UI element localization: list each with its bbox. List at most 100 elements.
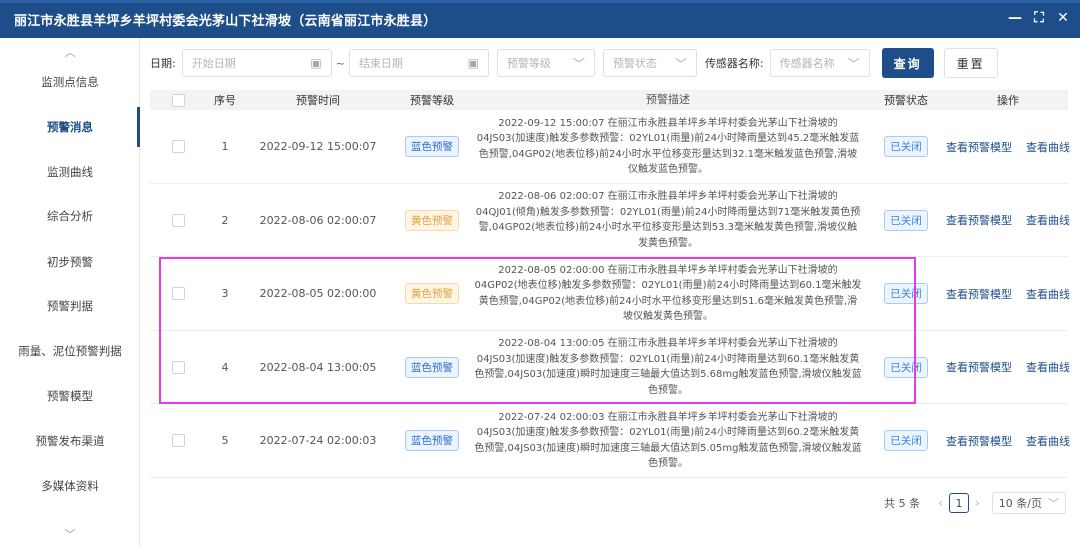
reset-button[interactable]: 重置 [943,48,998,78]
sidebar-item-analysis[interactable]: 综合分析 [0,196,140,236]
sidebar-item-monitor-curve[interactable]: 监测曲线 [0,152,140,192]
total-count: 共 5 条 [884,497,921,510]
view-model-link[interactable]: 查看预警模型 [946,286,1012,302]
view-curve-link[interactable]: 查看曲线 [1026,286,1070,302]
row-operations: 查看预警模型 查看曲线 [946,139,1070,155]
status-tag: 已关闭 [884,136,928,157]
scroll-down-icon[interactable]: ﹀ [0,526,140,542]
start-date-input[interactable]: 开始日期 ▣ [181,49,332,77]
status-tag: 已关闭 [884,356,928,378]
date-range-tilde: ~ [335,56,345,70]
row-checkbox[interactable] [171,287,185,300]
row-no: 5 [221,434,229,447]
view-model-link[interactable]: 查看预警模型 [946,139,1012,155]
start-date-placeholder: 开始日期 [191,57,236,70]
calendar-icon: ▣ [467,56,479,70]
sidebar-item-monitor-point[interactable]: 监测点信息 [0,62,140,102]
row-level-cell: 黄色预警 [392,283,472,304]
sidebar-item-release-channel[interactable]: 预警发布渠道 [0,421,140,461]
view-curve-link[interactable]: 查看曲线 [1026,139,1070,155]
sensor-label: 传感器名称: [704,57,764,70]
filter-bar: 日期: 开始日期 ▣ ~ 结束日期 ▣ 预警等级 ﹀ 预警状态 ﹀ 传感器名称:… [150,48,998,78]
minimize-icon[interactable]: — [1006,9,1024,27]
table-header: 序号 预警时间 预警等级 预警描述 预警状态 操作 [150,90,1068,110]
row-time: 2022-08-06 02:00:07 [259,213,377,227]
level-tag: 黄色预警 [405,283,459,304]
sensor-select[interactable]: 传感器名称 ﹀ [769,49,870,77]
end-date-input[interactable]: 结束日期 ▣ [348,49,489,77]
view-curve-link[interactable]: 查看曲线 [1026,359,1070,375]
status-select[interactable]: 预警状态 ﹀ [602,49,697,77]
row-time: 2022-09-12 15:00:07 [259,140,377,153]
row-status-cell: 已关闭 [864,356,948,378]
table-row: 1 2022-09-12 15:00:07 蓝色预警 2022-09-12 15:00… [150,110,1070,184]
prev-page-icon[interactable]: ‹ [938,496,943,510]
level-tag: 蓝色预警 [405,356,459,378]
sensor-placeholder: 传感器名称 [779,57,835,70]
row-operations: 查看预警模型 查看曲线 [946,212,1070,228]
window-controls: — ⛶ ✕ [1006,9,1072,27]
pagination: 共 5 条 ‹ 1 › 10 条/页 ﹀ [884,492,1066,514]
row-level-cell: 蓝色预警 [392,356,472,378]
warning-table: 序号 预警时间 预警等级 预警描述 预警状态 操作 1 2022-09-12 15… [150,90,1070,478]
row-operations: 查看预警模型 查看曲线 [946,286,1070,302]
close-icon[interactable]: ✕ [1054,9,1072,27]
row-checkbox-cell [150,360,206,374]
view-curve-link[interactable]: 查看曲线 [1026,212,1070,228]
query-button[interactable]: 查询 [881,48,934,78]
row-time: 2022-07-24 02:00:03 [259,434,377,447]
row-operations: 查看预警模型 查看曲线 [946,359,1070,375]
view-model-link[interactable]: 查看预警模型 [946,212,1012,228]
header-status: 预警状态 [884,94,928,107]
row-level-cell: 蓝色预警 [392,430,472,451]
chevron-down-icon: ﹀ [572,56,585,71]
row-checkbox-cell [150,213,206,227]
view-model-link[interactable]: 查看预警模型 [946,433,1012,449]
row-no: 3 [221,287,229,300]
sidebar-item-warning-criteria[interactable]: 预警判据 [0,286,140,326]
row-checkbox-cell [150,434,206,447]
row-description: 2022-08-06 02:00:07 在丽江市永胜县羊坪乡羊坪村委会光茅山下社… [475,191,861,249]
row-checkbox[interactable] [171,434,185,447]
level-placeholder: 预警等级 [506,57,551,70]
chevron-down-icon: ﹀ [674,56,687,71]
row-checkbox[interactable] [171,140,185,153]
sidebar-item-warning-message[interactable]: 预警消息 [0,107,140,147]
view-curve-link[interactable]: 查看曲线 [1026,433,1070,449]
fullscreen-icon[interactable]: ⛶ [1030,9,1048,27]
row-checkbox-cell [150,287,206,300]
view-model-link[interactable]: 查看预警模型 [946,359,1012,375]
next-page-icon[interactable]: › [975,496,980,510]
header-level: 预警等级 [410,94,454,107]
scroll-up-icon[interactable]: ︿ [0,44,140,60]
page-size-select[interactable]: 10 条/页 ﹀ [991,492,1066,514]
row-checkbox-cell [150,140,206,153]
row-checkbox[interactable] [171,213,185,227]
row-status-cell: 已关闭 [864,283,948,304]
page-number[interactable]: 1 [948,493,969,513]
sidebar-item-rain-mud-criteria[interactable]: 雨量、泥位预警判据 [0,331,140,371]
row-level-cell: 黄色预警 [392,209,472,231]
sidebar: ︿ 监测点信息 预警消息 监测曲线 综合分析 初步预警 预警判据 雨量、泥位预警… [0,38,140,546]
sidebar-item-initial-warning[interactable]: 初步预警 [0,242,140,282]
level-tag: 黄色预警 [405,209,459,231]
window-title: 丽江市永胜县羊坪乡羊坪村委会光茅山下社滑坡（云南省丽江市永胜县） [14,13,437,29]
table-body: 1 2022-09-12 15:00:07 蓝色预警 2022-09-12 15:00… [150,110,1070,478]
level-tag: 蓝色预警 [405,430,459,451]
select-all-checkbox[interactable] [171,93,185,107]
header-operation: 操作 [997,94,1019,107]
table-row: 4 2022-08-04 13:00:05 蓝色预警 2022-08-04 13:00… [150,331,1070,404]
row-no: 4 [221,360,229,374]
level-tag: 蓝色预警 [405,136,459,157]
sidebar-item-warning-model[interactable]: 预警模型 [0,376,140,416]
sidebar-item-multimedia[interactable]: 多媒体资料 [0,466,140,506]
level-select[interactable]: 预警等级 ﹀ [496,49,595,77]
status-placeholder: 预警状态 [612,57,657,70]
header-time: 预警时间 [296,94,340,107]
table-row: 3 2022-08-05 02:00:00 黄色预警 2022-08-05 02:00… [150,257,1070,331]
table-row: 5 2022-07-24 02:00:03 蓝色预警 2022-07-24 02:00… [150,404,1070,478]
status-tag: 已关闭 [884,283,928,304]
date-label: 日期: [150,57,176,70]
row-status-cell: 已关闭 [864,136,948,157]
row-checkbox[interactable] [171,360,185,374]
